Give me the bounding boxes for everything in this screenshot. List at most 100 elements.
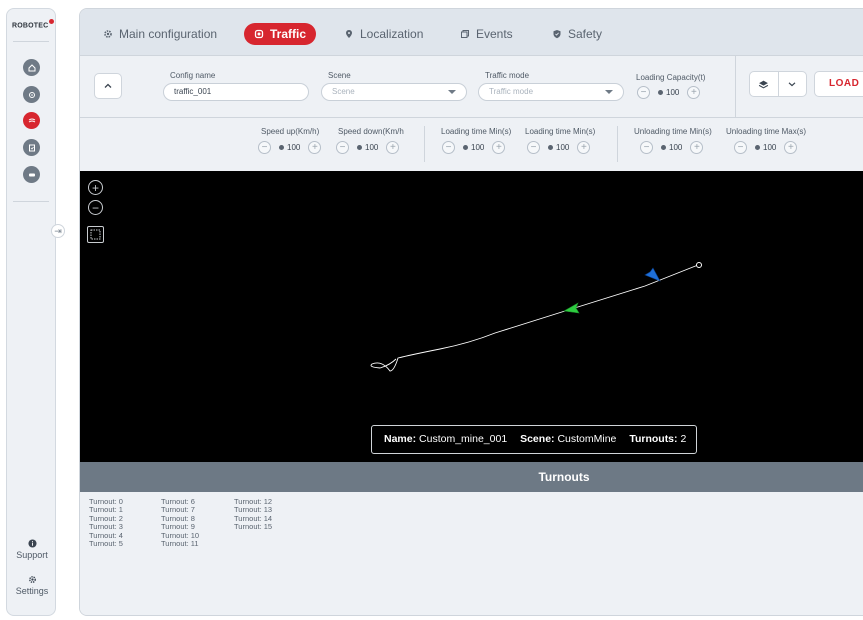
events-icon: [461, 30, 469, 38]
collapse-button[interactable]: [94, 73, 122, 99]
speed-up-value[interactable]: 100: [287, 143, 300, 152]
info-icon: [27, 539, 37, 548]
sidebar-item-traffic[interactable]: [23, 112, 40, 129]
map-view[interactable]: + − Name: Custom_mine_001 Scene: CustomM…: [80, 171, 863, 462]
loading-time-min-value[interactable]: 100: [471, 143, 484, 152]
tab-safety[interactable]: Safety: [542, 23, 612, 45]
list-item[interactable]: Turnout: 15: [234, 522, 272, 531]
vehicle-marker-blue[interactable]: [644, 267, 661, 282]
increment-button[interactable]: +: [308, 141, 322, 154]
chevron-up-icon: [104, 83, 112, 88]
increment-button[interactable]: +: [687, 86, 701, 99]
value-dot-icon: [463, 145, 468, 150]
sidebar-item-events[interactable]: [23, 139, 40, 156]
speed-down-value[interactable]: 100: [365, 143, 378, 152]
name-value: Custom_mine_001: [419, 433, 508, 445]
config-row: Config name traffic_001 Scene Scene Traf…: [80, 56, 863, 118]
value-dot-icon: [279, 145, 284, 150]
loading-time-max-stepper: − 100 +: [527, 141, 591, 154]
unloading-time-max-value[interactable]: 100: [763, 143, 776, 152]
load-button[interactable]: LOAD U: [814, 71, 863, 97]
speed-time-row: Speed up(Km/h) − 100 + Speed down(Km/h −…: [80, 118, 863, 171]
increment-button[interactable]: +: [784, 141, 798, 154]
unloading-time-min-value[interactable]: 100: [669, 143, 682, 152]
decrement-button[interactable]: −: [527, 141, 540, 154]
main-panel: Main configuration Traffic Localization …: [79, 8, 863, 616]
divider: [617, 126, 618, 162]
loading-time-max-value[interactable]: 100: [556, 143, 569, 152]
loading-time-min-stepper: − 100 +: [442, 141, 506, 154]
loading-capacity-label: Loading Capacity(t): [636, 73, 706, 82]
unloading-time-min-label: Unloading time Min(s): [634, 127, 712, 136]
value-dot-icon: [548, 145, 553, 150]
tab-bar: Main configuration Traffic Localization …: [80, 9, 863, 56]
turnouts-list: Turnout: 0 Turnout: 1 Turnout: 2 Turnout…: [80, 492, 863, 615]
tab-events[interactable]: Events: [450, 23, 523, 45]
route-path[interactable]: [370, 264, 699, 372]
decrement-button[interactable]: −: [336, 141, 349, 154]
scene-label: Scene:: [520, 433, 555, 445]
turnouts-column: Turnout: 12 Turnout: 13 Turnout: 14 Turn…: [234, 497, 272, 532]
value-dot-icon: [658, 90, 663, 95]
layers-icon: [759, 80, 769, 88]
decrement-button[interactable]: −: [258, 141, 271, 154]
sidebar-divider: [13, 41, 49, 42]
tab-traffic[interactable]: Traffic: [244, 23, 317, 45]
sidebar-item-main-configuration[interactable]: [23, 86, 40, 103]
increment-button[interactable]: +: [577, 141, 591, 154]
route-end-marker: [696, 262, 702, 268]
turnouts-label: Turnouts:: [629, 433, 678, 445]
sidebar-divider: [13, 201, 49, 202]
config-name-label: Config name: [170, 71, 216, 80]
sidebar-settings[interactable]: Settings: [7, 575, 57, 596]
increment-button[interactable]: +: [386, 141, 400, 154]
increment-button[interactable]: +: [492, 141, 506, 154]
increment-button[interactable]: +: [690, 141, 704, 154]
loading-time-min-label: Loading time Min(s): [441, 127, 512, 136]
unloading-time-max-stepper: − 100 +: [734, 141, 798, 154]
turnouts-column: Turnout: 6 Turnout: 7 Turnout: 8 Turnout…: [161, 497, 199, 548]
decrement-button[interactable]: −: [442, 141, 455, 154]
loading-capacity-value[interactable]: 100: [666, 88, 679, 97]
sidebar-item-safety[interactable]: [23, 166, 40, 183]
scene-value: CustomMine: [557, 433, 617, 445]
chevron-down-icon: [605, 90, 613, 94]
robotec-logo: ROBOTEC: [12, 19, 55, 29]
unloading-time-min-stepper: − 100 +: [640, 141, 704, 154]
turnouts-count: 2: [680, 433, 687, 445]
gear-icon: [104, 30, 112, 38]
location-pin-icon: [346, 30, 352, 38]
sidebar-support[interactable]: Support: [7, 539, 57, 560]
settings-label: Settings: [15, 586, 49, 596]
gear-icon: [28, 576, 36, 583]
sidebar-expand-button[interactable]: ⇥: [51, 224, 65, 238]
decrement-button[interactable]: −: [640, 141, 653, 154]
layers-button[interactable]: [750, 72, 779, 96]
map-info-box: Name: Custom_mine_001 Scene: CustomMine …: [371, 425, 697, 454]
tab-main-configuration[interactable]: Main configuration: [93, 23, 227, 45]
config-name-input[interactable]: traffic_001: [163, 83, 309, 101]
traffic-mode-select[interactable]: Traffic mode: [478, 83, 624, 101]
divider: [424, 126, 425, 162]
shield-icon: [553, 30, 561, 39]
speed-down-stepper: − 100 +: [336, 141, 400, 154]
loading-capacity-stepper: − 100 +: [637, 86, 701, 99]
turnouts-column: Turnout: 0 Turnout: 1 Turnout: 2 Turnout…: [89, 497, 123, 548]
scene-label: Scene: [328, 71, 351, 80]
decrement-button[interactable]: −: [734, 141, 747, 154]
value-dot-icon: [755, 145, 760, 150]
layers-dropdown-button[interactable]: [779, 72, 807, 96]
vehicle-marker-green[interactable]: [563, 302, 580, 314]
loading-time-max-label: Loading time Min(s): [525, 127, 596, 136]
tab-localization[interactable]: Localization: [334, 23, 433, 45]
speed-down-label: Speed down(Km/h: [338, 127, 404, 136]
route-layer: [370, 262, 702, 372]
list-item[interactable]: Turnout: 5: [89, 539, 123, 548]
value-dot-icon: [661, 145, 666, 150]
sidebar-item-home[interactable]: [23, 59, 40, 76]
settings-gear-icon: [28, 91, 35, 98]
list-item[interactable]: Turnout: 11: [161, 539, 199, 548]
divider: [735, 56, 736, 118]
decrement-button[interactable]: −: [637, 86, 650, 99]
scene-select[interactable]: Scene: [321, 83, 467, 101]
